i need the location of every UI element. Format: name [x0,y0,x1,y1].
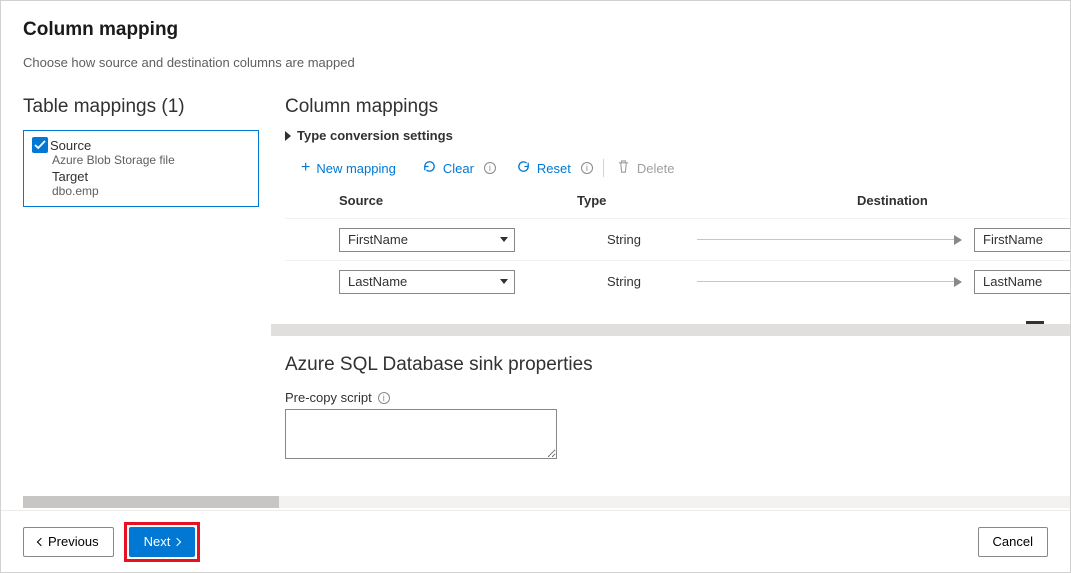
info-icon[interactable]: i [581,162,593,174]
chevron-left-icon [37,537,45,545]
reset-icon [516,159,531,177]
reset-button[interactable]: Reset [514,157,573,179]
destination-value: FirstName [983,232,1043,247]
new-mapping-label: New mapping [316,161,396,176]
chevron-right-icon [173,537,181,545]
previous-label: Previous [48,534,99,549]
new-mapping-button[interactable]: + New mapping [299,158,398,178]
chevron-down-icon [500,237,508,242]
type-value: String [607,274,697,289]
precopy-label: Pre-copy script [285,390,372,405]
cancel-button[interactable]: Cancel [978,527,1048,557]
checkbox-checked-icon[interactable] [32,137,48,153]
chevron-down-icon [500,279,508,284]
type-value: String [607,232,697,247]
sink-properties-heading: Azure SQL Database sink properties [285,354,1070,376]
delete-label: Delete [637,161,675,176]
type-conversion-toggle[interactable]: Type conversion settings [285,128,1070,143]
card-source-sub: Azure Blob Storage file [52,153,250,167]
cancel-label: Cancel [993,534,1033,549]
clear-icon [422,159,437,177]
destination-select[interactable]: LastName [974,270,1070,294]
mapping-row: FirstName String FirstName [285,218,1070,260]
column-header-source: Source [339,193,577,208]
type-conversion-label: Type conversion settings [297,128,453,143]
card-source-label: Source [50,138,91,153]
column-mappings-heading: Column mappings [285,96,1070,118]
info-icon[interactable]: i [378,392,390,404]
resize-handle[interactable] [271,324,1070,336]
column-header-destination: Destination [857,193,1070,208]
precopy-script-input[interactable] [285,409,557,459]
horizontal-scrollbar[interactable] [23,496,1070,508]
plus-icon: + [301,160,310,176]
info-icon[interactable]: i [484,162,496,174]
page-title: Column mapping [23,19,1048,41]
destination-value: LastName [983,274,1042,289]
mapping-row: LastName String LastName [285,260,1070,302]
mapping-arrow [697,277,974,287]
next-label: Next [144,534,171,549]
column-header-type: Type [577,193,857,208]
source-select[interactable]: LastName [339,270,515,294]
table-mapping-card[interactable]: Source Azure Blob Storage file Target db… [23,130,259,207]
source-value: FirstName [348,232,408,247]
mapping-arrow [697,235,974,245]
source-value: LastName [348,274,407,289]
trash-icon [616,159,631,177]
clear-label: Clear [443,161,474,176]
scrollbar-thumb[interactable] [23,496,279,508]
card-target-label: Target [52,169,250,184]
table-mappings-heading: Table mappings (1) [23,96,259,118]
separator [603,159,604,177]
card-target-sub: dbo.emp [52,184,250,198]
page-subtitle: Choose how source and destination column… [23,55,1048,70]
next-button[interactable]: Next [129,527,196,557]
caret-right-icon [285,131,291,141]
highlight-annotation: Next [124,522,201,562]
clear-button[interactable]: Clear [420,157,476,179]
previous-button[interactable]: Previous [23,527,114,557]
destination-select[interactable]: FirstName [974,228,1070,252]
reset-label: Reset [537,161,571,176]
source-select[interactable]: FirstName [339,228,515,252]
delete-button: Delete [614,157,677,179]
